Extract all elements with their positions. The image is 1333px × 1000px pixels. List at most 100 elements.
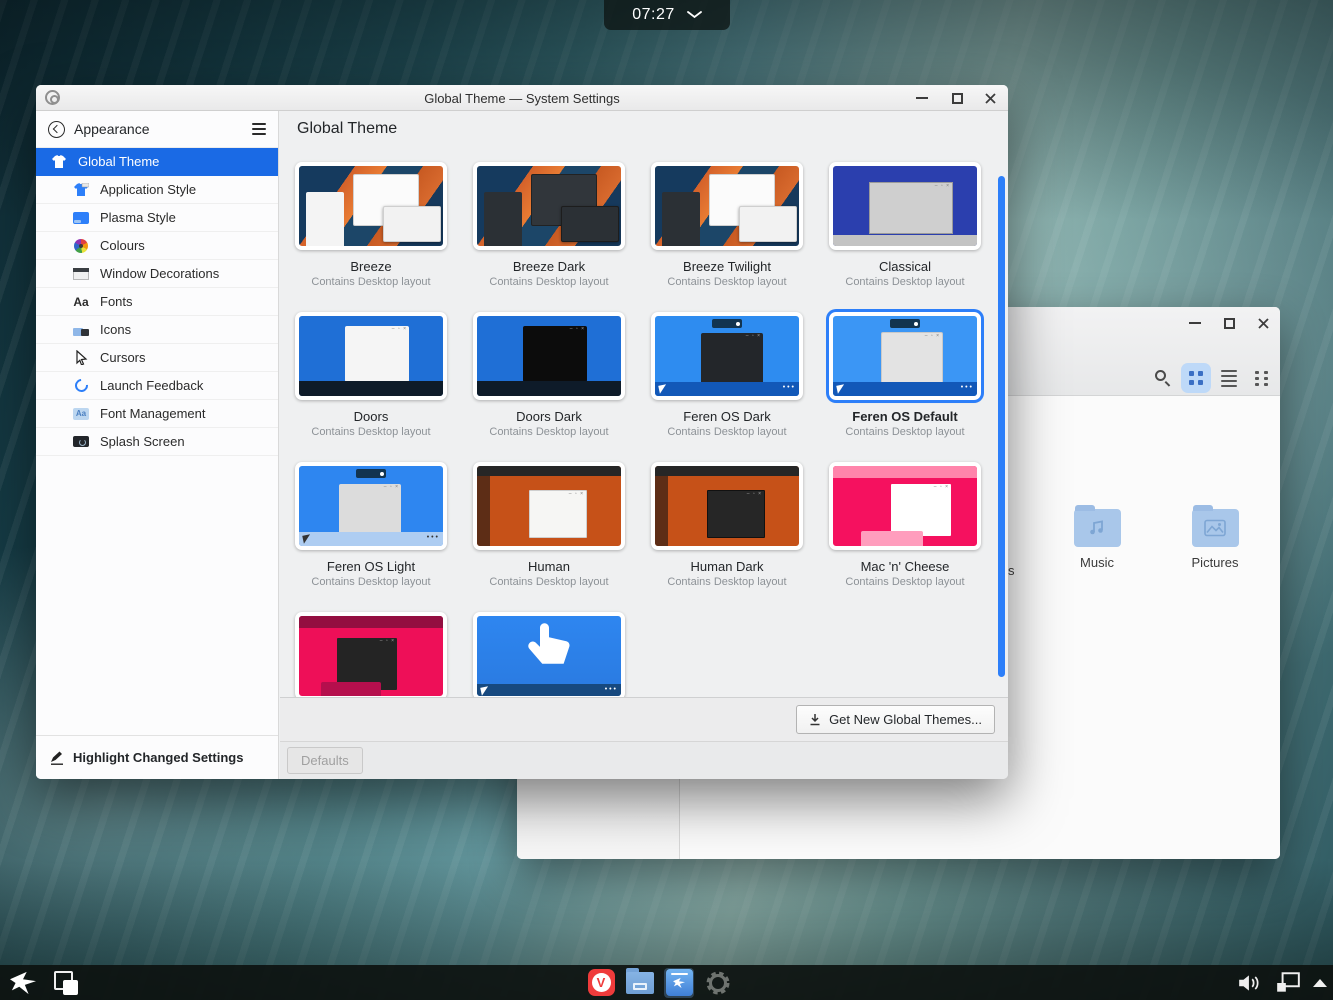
- chevron-down-icon: [687, 11, 702, 19]
- sidebar-item-icons[interactable]: Icons: [36, 316, 278, 344]
- theme-card-classical[interactable]: ‒ ▫ × Classical Contains Desktop layout: [825, 162, 985, 288]
- display-icon[interactable]: [1275, 971, 1301, 995]
- sidebar-item-splash-screen[interactable]: Splash Screen: [36, 428, 278, 456]
- theme-card-breeze-dark[interactable]: Breeze Dark Contains Desktop layout: [469, 162, 629, 288]
- taskbar-vivaldi-button[interactable]: V: [586, 968, 616, 998]
- theme-name: Breeze Twilight: [647, 259, 807, 274]
- sidebar-item-application-style[interactable]: Application Style: [36, 176, 278, 204]
- grid-view-button[interactable]: [1181, 363, 1211, 393]
- theme-card-partial-2[interactable]: [469, 612, 629, 697]
- feren-os-menu-icon[interactable]: [8, 970, 38, 996]
- theme-name: Classical: [825, 259, 985, 274]
- theme-card-partial-1[interactable]: ‒ ▫ ×: [291, 612, 451, 697]
- theme-card-breeze-twilight[interactable]: Breeze Twilight Contains Desktop layout: [647, 162, 807, 288]
- theme-name: Breeze Dark: [469, 259, 629, 274]
- system-settings-window[interactable]: Global Theme — System Settings Appearanc…: [36, 85, 1008, 779]
- theme-subtitle: Contains Desktop layout: [647, 426, 807, 438]
- back-icon[interactable]: [48, 121, 65, 138]
- taskbar-store-button[interactable]: [664, 968, 694, 998]
- theme-card-feren-os-light[interactable]: ‒ ▫ × Feren OS Light Contains Desktop la…: [291, 462, 451, 588]
- theme-thumbnail: ‒ ▫ ×: [473, 462, 625, 550]
- defaults-button[interactable]: Defaults: [287, 747, 363, 774]
- theme-thumbnail: ‒ ▫ ×: [295, 312, 447, 400]
- theme-subtitle: Contains Desktop layout: [647, 576, 807, 588]
- theme-thumbnail: ‒ ▫ ×: [295, 462, 447, 550]
- application-style-icon: [72, 182, 90, 197]
- sidebar-item-global-theme[interactable]: Global Theme: [36, 148, 278, 176]
- theme-card-feren-os-dark[interactable]: ‒ ▫ × Feren OS Dark Contains Desktop lay…: [647, 312, 807, 438]
- theme-subtitle: Contains Desktop layout: [291, 426, 451, 438]
- theme-thumbnail: ‒ ▫ ×: [829, 462, 981, 550]
- sidebar-item-window-decorations[interactable]: Window Decorations: [36, 260, 278, 288]
- theme-name: Mac 'n' Cheese: [825, 559, 985, 574]
- theme-thumbnail: ‒ ▫ ×: [829, 162, 981, 250]
- settings-main-panel: Global Theme Breeze Contains Desktop lay…: [280, 111, 1008, 779]
- cursor-arrow-icon: [72, 350, 90, 365]
- theme-card-breeze[interactable]: Breeze Contains Desktop layout: [291, 162, 451, 288]
- feren-store-icon: [666, 969, 693, 996]
- minimize-button[interactable]: [913, 89, 931, 107]
- hamburger-menu-icon[interactable]: [252, 123, 266, 135]
- theme-thumbnail: ‒ ▫ ×: [829, 312, 981, 400]
- image-icon: [1204, 520, 1226, 537]
- grid-footer: Get New Global Themes...: [280, 697, 1008, 741]
- launch-feedback-icon: [72, 378, 90, 393]
- folder-pictures[interactable]: Pictures: [1169, 509, 1261, 570]
- icons-icon: [72, 322, 90, 337]
- theme-card-doors[interactable]: ‒ ▫ × Doors Contains Desktop layout: [291, 312, 451, 438]
- theme-name: Feren OS Default: [825, 409, 985, 424]
- minimize-button[interactable]: [1186, 314, 1204, 332]
- sidebar-item-plasma-style[interactable]: Plasma Style: [36, 204, 278, 232]
- theme-subtitle: Contains Desktop layout: [291, 276, 451, 288]
- download-icon: [809, 713, 821, 726]
- theme-card-human[interactable]: ‒ ▫ × Human Contains Desktop layout: [469, 462, 629, 588]
- theme-thumbnail: [473, 162, 625, 250]
- sidebar-header-label: Appearance: [74, 121, 150, 137]
- theme-card-doors-dark[interactable]: ‒ ▫ × Doors Dark Contains Desktop layout: [469, 312, 629, 438]
- theme-thumbnail: ‒ ▫ ×: [473, 312, 625, 400]
- theme-subtitle: Contains Desktop layout: [825, 276, 985, 288]
- theme-name: Feren OS Dark: [647, 409, 807, 424]
- window-footer: Defaults: [280, 741, 1008, 779]
- theme-card-feren-os-default[interactable]: ‒ ▫ × Feren OS Default Contains Desktop …: [825, 312, 985, 438]
- theme-thumbnail: ‒ ▫ ×: [651, 462, 803, 550]
- pager-icon[interactable]: [54, 971, 78, 995]
- music-folder-icon: [1074, 509, 1121, 547]
- highlight-changed-settings[interactable]: Highlight Changed Settings: [36, 735, 278, 779]
- theme-card-mac-n-cheese[interactable]: ‒ ▫ × Mac 'n' Cheese Contains Desktop la…: [825, 462, 985, 588]
- list-view-button[interactable]: [1214, 363, 1244, 393]
- theme-thumbnail: [473, 612, 625, 697]
- list-view-icon: [1221, 370, 1237, 387]
- tray-expander-icon[interactable]: [1313, 979, 1327, 987]
- sidebar-item-launch-feedback[interactable]: Launch Feedback: [36, 372, 278, 400]
- desktop: 07:27 s: [0, 0, 1333, 1000]
- gear-icon: [704, 969, 732, 997]
- maximize-button[interactable]: [1220, 314, 1238, 332]
- compact-view-button[interactable]: [1247, 363, 1277, 393]
- sidebar-item-colours[interactable]: Colours: [36, 232, 278, 260]
- taskbar-files-button[interactable]: [625, 968, 655, 998]
- theme-subtitle: Contains Desktop layout: [825, 426, 985, 438]
- maximize-button[interactable]: [948, 89, 966, 107]
- taskbar-settings-button[interactable]: [703, 968, 733, 998]
- close-button[interactable]: [1254, 314, 1272, 332]
- clock-widget[interactable]: 07:27: [604, 0, 730, 30]
- theme-thumbnail: [295, 162, 447, 250]
- theme-card-human-dark[interactable]: ‒ ▫ × Human Dark Contains Desktop layout: [647, 462, 807, 588]
- volume-icon[interactable]: [1237, 972, 1263, 994]
- page-title: Global Theme: [297, 120, 397, 138]
- theme-subtitle: Contains Desktop layout: [647, 276, 807, 288]
- get-new-global-themes-button[interactable]: Get New Global Themes...: [796, 705, 995, 734]
- sidebar-item-cursors[interactable]: Cursors: [36, 344, 278, 372]
- splash-screen-icon: [72, 434, 90, 449]
- folder-music[interactable]: Music: [1051, 509, 1143, 570]
- scrollbar-thumb[interactable]: [998, 176, 1005, 677]
- theme-grid: Breeze Contains Desktop layout Breeze Da…: [280, 151, 1008, 697]
- folder-icon: [626, 972, 654, 994]
- sidebar-item-fonts[interactable]: Aa Fonts: [36, 288, 278, 316]
- close-button[interactable]: [981, 89, 999, 107]
- search-icon[interactable]: [1154, 369, 1172, 387]
- sidebar-item-font-management[interactable]: Aa Font Management: [36, 400, 278, 428]
- fonts-icon: Aa: [72, 294, 90, 309]
- colour-wheel-icon: [72, 238, 90, 253]
